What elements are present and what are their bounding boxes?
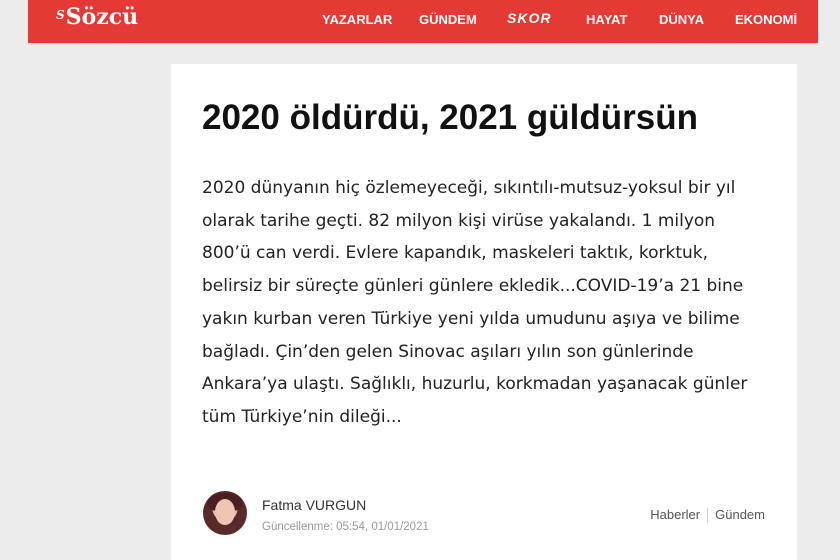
nav-item-dunya[interactable]: DÜNYA bbox=[659, 12, 704, 27]
breadcrumb-gundem[interactable]: Gündem bbox=[715, 507, 765, 522]
article-title[interactable]: 2020 öldürdü, 2021 güldürsün bbox=[202, 98, 698, 138]
breadcrumb-haberler[interactable]: Haberler bbox=[650, 507, 700, 522]
updated-timestamp: Güncellenme: 05:54, 01/01/2021 bbox=[262, 521, 429, 533]
article-summary: 2020 dünyanın hiç özlemeyeceği, sıkıntıl… bbox=[202, 178, 748, 427]
top-navbar: SSözcü YAZARLAR GÜNDEM SKOR HAYAT DÜNYA … bbox=[28, 0, 818, 43]
nav-item-hayat[interactable]: HAYAT bbox=[586, 12, 627, 27]
breadcrumb-divider bbox=[707, 508, 709, 524]
author-avatar[interactable] bbox=[203, 491, 247, 535]
main-nav: YAZARLAR GÜNDEM SKOR HAYAT DÜNYA EKONOMİ bbox=[28, 0, 818, 43]
author-name[interactable]: Fatma VURGUN bbox=[262, 497, 366, 513]
article-card: 2020 öldürdü, 2021 güldürsün 2020 dünyan… bbox=[171, 64, 797, 560]
nav-item-yazarlar[interactable]: YAZARLAR bbox=[322, 12, 392, 27]
avatar-face-shape bbox=[215, 499, 235, 525]
nav-item-ekonomi[interactable]: EKONOMİ bbox=[735, 12, 797, 27]
nav-item-skor[interactable]: SKOR bbox=[507, 10, 551, 26]
nav-item-gundem[interactable]: GÜNDEM bbox=[419, 12, 477, 27]
breadcrumb: Haberler Gündem bbox=[650, 507, 765, 524]
